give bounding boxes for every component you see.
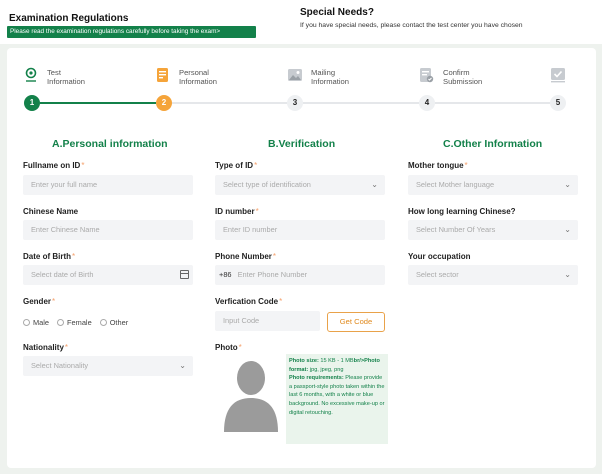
progress-line bbox=[303, 102, 419, 104]
learning-placeholder: Select Number Of Years bbox=[416, 225, 496, 234]
phone-placeholder: Enter Phone Number bbox=[237, 270, 308, 279]
chevron-down-icon: ⌄ bbox=[564, 270, 571, 279]
id-type-select[interactable]: Select type of identification ⌄ bbox=[215, 175, 385, 195]
step-3-label: Mailing Information bbox=[311, 68, 349, 86]
nationality-select[interactable]: Select Nationality ⌄ bbox=[23, 356, 193, 376]
document-icon bbox=[157, 68, 168, 82]
regulations-link[interactable]: Please read the examination regulations … bbox=[7, 26, 256, 38]
progress-line bbox=[172, 102, 287, 104]
mother-tongue-select[interactable]: Select Mother language ⌄ bbox=[408, 175, 578, 195]
fullname-input[interactable]: Enter your full name bbox=[23, 175, 193, 195]
nationality-placeholder: Select Nationality bbox=[31, 361, 89, 370]
photo-placeholder-icon[interactable] bbox=[224, 358, 278, 432]
gender-male-radio[interactable]: Male bbox=[23, 318, 49, 327]
phone-label: Phone Number* bbox=[215, 252, 277, 261]
step-2-circle[interactable]: 2 bbox=[156, 95, 172, 111]
mother-tongue-label: Mother tongue* bbox=[408, 161, 468, 170]
step-1-circle[interactable]: 1 bbox=[24, 95, 40, 111]
nationality-label: Nationality* bbox=[23, 343, 69, 352]
learning-label: How long learning Chinese? bbox=[408, 207, 516, 216]
special-needs-title: Special Needs? bbox=[300, 7, 374, 18]
id-type-label: Type of ID* bbox=[215, 161, 258, 170]
id-number-label: ID number* bbox=[215, 207, 259, 216]
step-5-circle[interactable]: 5 bbox=[550, 95, 566, 111]
step-2-label: Personal Information bbox=[179, 68, 217, 86]
chevron-down-icon: ⌄ bbox=[564, 225, 571, 234]
regulations-title: Examination Regulations bbox=[9, 13, 129, 24]
verification-input[interactable]: Input Code bbox=[215, 311, 320, 331]
step-1-label: Test Information bbox=[47, 68, 85, 86]
dob-input[interactable]: Select date of Birth bbox=[23, 265, 193, 285]
dob-label: Date of Birth* bbox=[23, 252, 76, 261]
picture-icon bbox=[288, 69, 302, 81]
section-a-title: A.Personal information bbox=[52, 138, 168, 150]
gender-other-radio[interactable]: Other bbox=[99, 318, 128, 327]
fullname-label: Fullname on ID* bbox=[23, 161, 85, 170]
top-bar: Examination Regulations Please read the … bbox=[0, 0, 602, 44]
photo-requirements: Photo size: 15 KB - 1 MBbr/>Photo format… bbox=[286, 354, 388, 444]
get-code-button[interactable]: Get Code bbox=[327, 312, 385, 332]
gender-label: Gender* bbox=[23, 297, 56, 306]
check-document-icon bbox=[420, 68, 434, 83]
phone-input[interactable]: +86 Enter Phone Number bbox=[215, 265, 385, 285]
chinese-name-label: Chinese Name bbox=[23, 207, 79, 216]
verification-label: Verfication Code* bbox=[215, 297, 283, 306]
occupation-select[interactable]: Select sector ⌄ bbox=[408, 265, 578, 285]
gender-female-radio[interactable]: Female bbox=[57, 318, 92, 327]
progress-line-complete bbox=[40, 102, 156, 104]
step-4-label: Confirm Submission bbox=[443, 68, 483, 86]
chevron-down-icon: ⌄ bbox=[564, 180, 571, 189]
gender-radio-group: Male Female Other bbox=[23, 318, 128, 327]
chinese-name-input[interactable]: Enter Chinese Name bbox=[23, 220, 193, 240]
id-type-placeholder: Select type of identification bbox=[223, 180, 311, 189]
chevron-down-icon: ⌄ bbox=[179, 361, 186, 370]
id-number-input[interactable]: Enter ID number bbox=[215, 220, 385, 240]
section-c-title: C.Other Information bbox=[443, 138, 543, 150]
occupation-placeholder: Select sector bbox=[416, 270, 459, 279]
chevron-down-icon: ⌄ bbox=[371, 180, 378, 189]
mother-tongue-placeholder: Select Mother language bbox=[416, 180, 495, 189]
dob-placeholder: Select date of Birth bbox=[31, 270, 94, 279]
special-needs-text: If you have special needs, please contac… bbox=[300, 22, 523, 29]
learning-select[interactable]: Select Number Of Years ⌄ bbox=[408, 220, 578, 240]
section-b-title: B.Verification bbox=[268, 138, 336, 150]
progress-line bbox=[435, 102, 550, 104]
occupation-label: Your occupation bbox=[408, 252, 471, 261]
location-pin-icon bbox=[25, 67, 37, 82]
step-4-circle[interactable]: 4 bbox=[419, 95, 435, 111]
phone-prefix[interactable]: +86 bbox=[219, 270, 232, 279]
checkbox-icon bbox=[551, 68, 565, 83]
photo-label: Photo* bbox=[215, 343, 242, 352]
calendar-icon[interactable] bbox=[180, 270, 189, 279]
step-3-circle[interactable]: 3 bbox=[287, 95, 303, 111]
